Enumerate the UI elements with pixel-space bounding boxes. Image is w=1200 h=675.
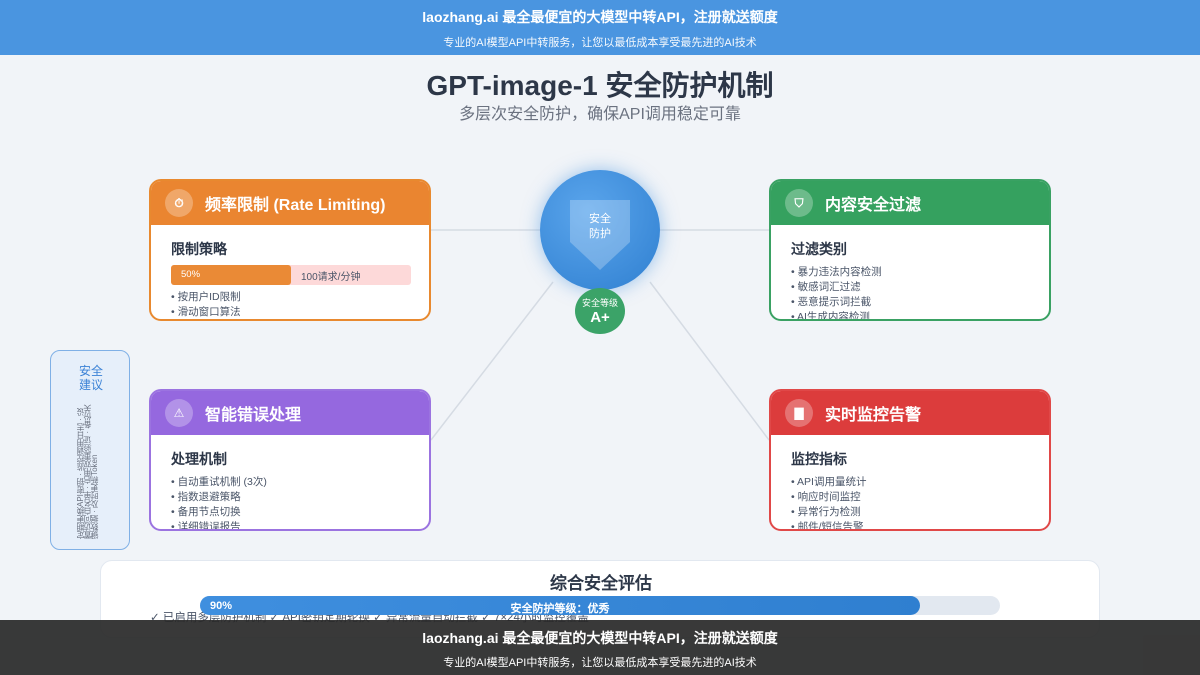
rate-limit-title: 频率限制 (Rate Limiting): [205, 197, 386, 214]
list-item: 详细错误报告: [171, 520, 411, 529]
content-filter-header: ⛉ 内容安全过滤: [771, 181, 1049, 225]
monitor-icon: ▇: [785, 399, 813, 427]
error-handling-section: 处理机制: [171, 451, 227, 467]
error-handling-card: ⚠ 智能错误处理 处理机制 自动重试机制 (3次) 指数退避策略 备用节点切换 …: [149, 389, 431, 531]
clock-icon: ⏱: [165, 189, 193, 217]
content-filter-list: 暴力违法内容检测 敏感词汇过滤 恶意提示词拦截 AI生成内容检测: [791, 265, 1031, 319]
list-item: 邮件/短信告警: [791, 520, 1031, 529]
rate-limit-section: 限制策略: [171, 241, 227, 257]
error-handling-list: 自动重试机制 (3次) 指数退避策略 备用节点切换 详细错误报告: [171, 475, 411, 529]
monitoring-list: API调用量统计 响应时间监控 异常行为检测 邮件/短信告警: [791, 475, 1031, 529]
list-item: API调用量统计: [791, 475, 1031, 490]
shield-icon: ⛉: [785, 189, 813, 217]
security-grade-badge: 安全等级 A+: [575, 288, 625, 334]
content-filter-card: ⛉ 内容安全过滤 过滤类别 暴力违法内容检测 敏感词汇过滤 恶意提示词拦截 AI…: [769, 179, 1051, 321]
monitoring-section: 监控指标: [791, 451, 847, 467]
rate-limit-pct: 50%: [181, 269, 201, 280]
list-item: 异常行为检测: [791, 505, 1031, 520]
evaluation-title: 综合安全评估: [550, 574, 652, 593]
content-filter-section: 过滤类别: [791, 241, 847, 257]
connector-bottom-left: [430, 281, 554, 441]
grade-value: A+: [590, 309, 610, 326]
list-item: 自动重试机制 (3次): [171, 475, 411, 490]
list-item: AI生成内容检测: [791, 310, 1031, 319]
evaluation-bar: 90% 安全防护等级：优秀: [200, 596, 1000, 615]
bottom-banner-title: laozhang.ai 最全最便宜的大模型中转API，注册就送额度: [422, 630, 778, 646]
connector-bottom-right: [649, 281, 770, 441]
security-center-circle: 安全 防护: [540, 170, 660, 290]
bottom-banner: laozhang.ai 最全最便宜的大模型中转API，注册就送额度 专业的AI模…: [0, 620, 1200, 675]
monitoring-title: 实时监控告警: [825, 407, 922, 424]
list-item: 响应时间监控: [791, 490, 1031, 505]
shield-label: 安全 防护: [589, 213, 611, 240]
grade-label: 安全等级: [581, 298, 618, 308]
rate-limit-bar: 50% 100请求/分钟: [171, 265, 411, 285]
list-item: 滑动窗口算法: [171, 305, 411, 319]
content-filter-title: 内容安全过滤: [825, 197, 922, 214]
warning-icon: ⚠: [165, 399, 193, 427]
error-handling-header: ⚠ 智能错误处理: [151, 391, 429, 435]
rate-limit-header: ⏱ 频率限制 (Rate Limiting): [151, 181, 429, 225]
list-item: 敏感词汇过滤: [791, 280, 1031, 295]
evaluation-bar-fill: 90% 安全防护等级：优秀: [200, 596, 920, 615]
list-item: 按用户ID限制: [171, 290, 411, 305]
rate-limit-value: 100请求/分钟: [301, 272, 361, 283]
rate-limit-list: 按用户ID限制 滑动窗口算法: [171, 290, 411, 319]
list-item: 备用节点切换: [171, 505, 411, 520]
evaluation-level: 安全防护等级：优秀: [510, 603, 610, 615]
bottom-banner-subtitle: 专业的AI模型API中转服务，让您以最低成本享受最先进的AI技术: [443, 657, 757, 669]
monitoring-header: ▇ 实时监控告警: [771, 391, 1049, 435]
error-handling-title: 智能错误处理: [205, 407, 302, 424]
security-tips-title: 安全 建议: [79, 364, 104, 392]
list-item: 恶意提示词拦截: [791, 295, 1031, 310]
monitoring-card: ▇ 实时监控告警 监控指标 API调用量统计 响应时间监控 异常行为检测 邮件/…: [769, 389, 1051, 531]
list-item: 指数退避策略: [171, 490, 411, 505]
security-tips-text: 定期更换API密钥 · 监控调用日志 · 设置访问白名单 · 启用双重验证 · …: [77, 404, 99, 539]
rate-limit-card: ⏱ 频率限制 (Rate Limiting) 限制策略 50% 100请求/分钟…: [149, 179, 431, 321]
list-item: 暴力违法内容检测: [791, 265, 1031, 280]
security-tips-panel: 安全 建议 定期更换API密钥 · 监控调用日志 · 设置访问白名单 · 启用双重…: [50, 350, 130, 550]
